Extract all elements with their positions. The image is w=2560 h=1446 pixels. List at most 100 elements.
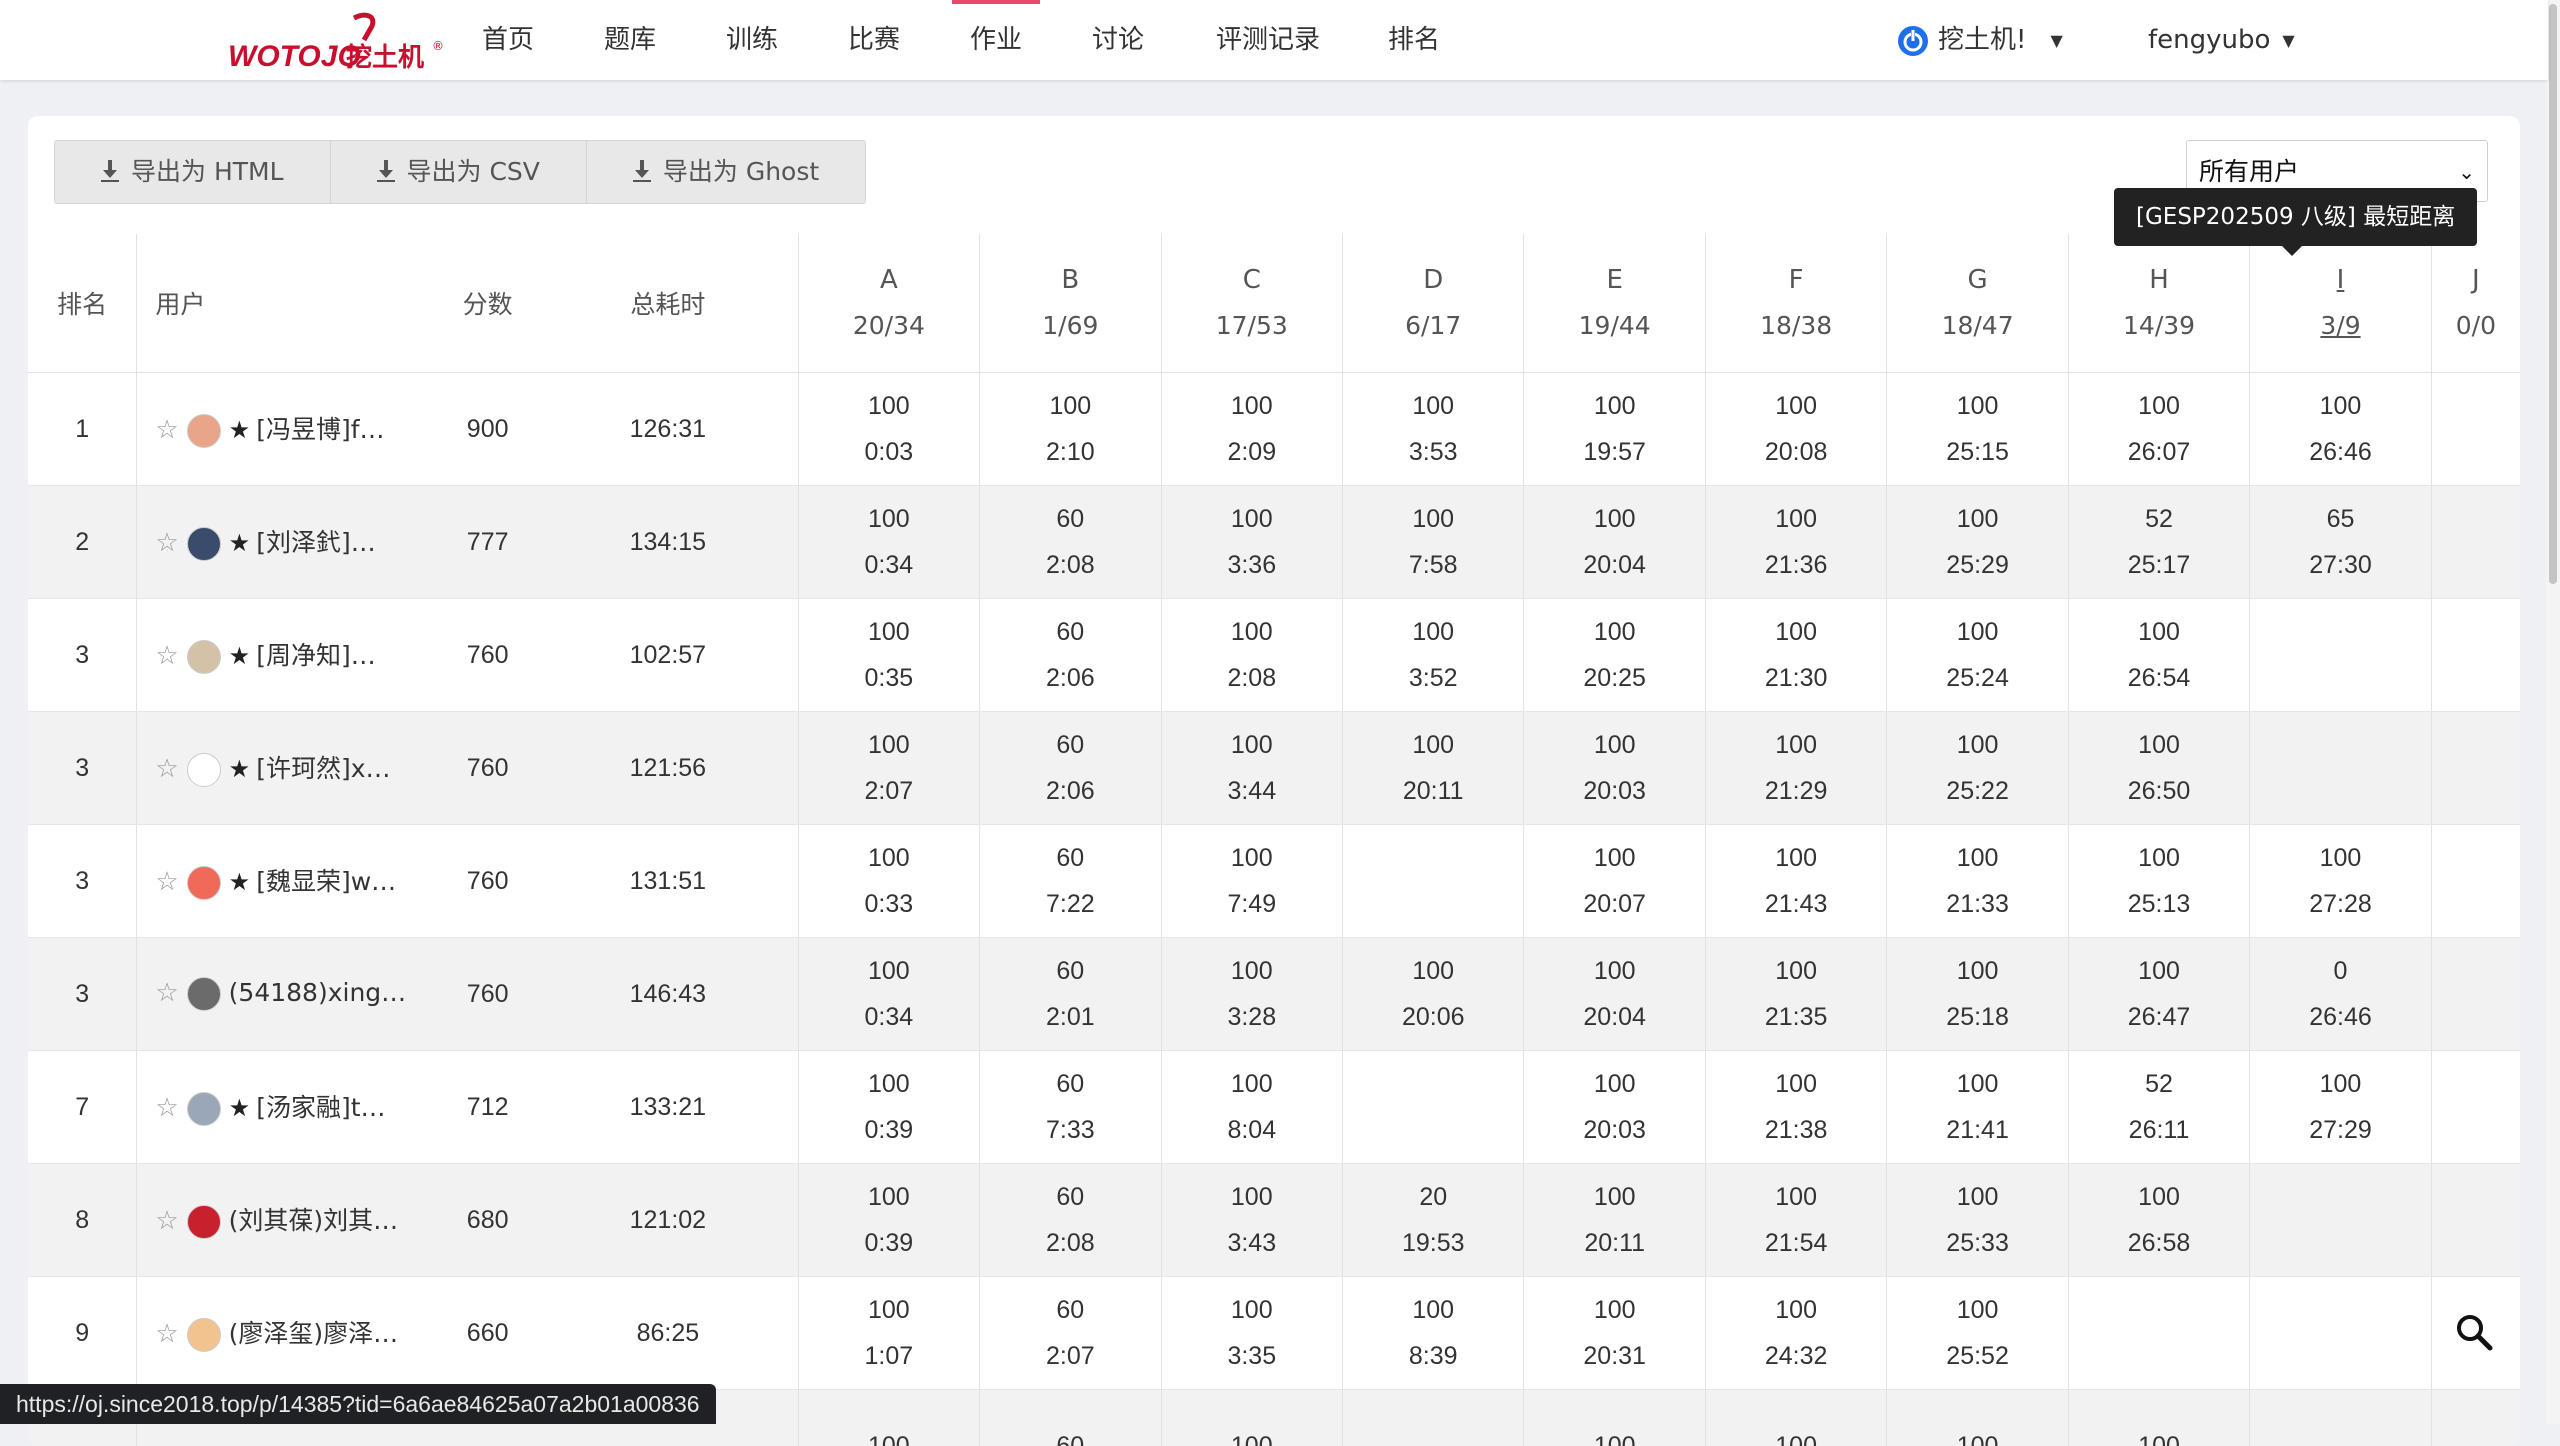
problem-result-cell[interactable]: 1002:07 <box>798 712 979 825</box>
user-name-link[interactable]: [魏显荣]w… <box>256 867 396 896</box>
problem-result-cell[interactable]: 1003:43 <box>1161 1164 1342 1277</box>
nav-ranking[interactable]: 排名 <box>1388 0 1440 80</box>
problem-result-cell[interactable]: 10020:25 <box>1524 599 1705 712</box>
problem-result-cell[interactable]: 1000:35 <box>798 599 979 712</box>
problem-result-cell[interactable]: 10019:57 <box>1524 373 1705 486</box>
problem-result-cell[interactable]: 100 <box>2068 1390 2249 1446</box>
problem-result-cell[interactable]: 10020:11 <box>1524 1164 1705 1277</box>
problem-result-cell[interactable]: 10021:33 <box>1887 825 2068 938</box>
problem-result-cell[interactable]: 10025:52 <box>1887 1277 2068 1390</box>
avatar[interactable] <box>187 1205 221 1239</box>
nav-training[interactable]: 训练 <box>726 0 778 80</box>
user-name-link[interactable]: (54188)xing… <box>229 978 407 1007</box>
nav-contest[interactable]: 比赛 <box>848 0 900 80</box>
problem-result-cell[interactable]: 602:08 <box>980 1164 1161 1277</box>
problem-result-cell[interactable]: 1000:39 <box>798 1164 979 1277</box>
user-name-link[interactable]: [刘泽釴]… <box>256 528 376 557</box>
problem-result-cell[interactable]: 10025:33 <box>1887 1164 2068 1277</box>
page-scrollbar[interactable] <box>2546 0 2560 1424</box>
problem-result-cell[interactable]: 100 <box>1705 1390 1886 1446</box>
problem-result-cell[interactable]: 10021:36 <box>1705 486 1886 599</box>
problem-result-cell[interactable]: 1000:03 <box>798 373 979 486</box>
star-outline-icon[interactable]: ☆ <box>155 754 178 784</box>
nav-records[interactable]: 评测记录 <box>1216 0 1320 80</box>
header-problem-a[interactable]: A20/34 <box>798 234 979 373</box>
user-name-link[interactable]: (廖泽玺)廖泽… <box>229 1319 399 1348</box>
problem-result-cell[interactable]: 1007:49 <box>1161 825 1342 938</box>
header-problem-g[interactable]: G18/47 <box>1887 234 2068 373</box>
nav-problems[interactable]: 题库 <box>604 0 656 80</box>
star-outline-icon[interactable]: ☆ <box>155 641 178 671</box>
problem-result-cell[interactable]: 10020:07 <box>1524 825 1705 938</box>
problem-result-cell[interactable]: 10025:24 <box>1887 599 2068 712</box>
problem-result-cell[interactable]: 10020:04 <box>1524 938 1705 1051</box>
problem-result-cell[interactable]: 10025:22 <box>1887 712 2068 825</box>
scrollbar-thumb[interactable] <box>2549 4 2557 584</box>
problem-result-cell[interactable]: 10025:29 <box>1887 486 2068 599</box>
problem-result-cell[interactable]: 602:08 <box>980 486 1161 599</box>
problem-result-cell[interactable]: 2019:53 <box>1343 1164 1524 1277</box>
header-problem-d[interactable]: D6/17 <box>1343 234 1524 373</box>
problem-result-cell[interactable]: 10026:07 <box>2068 373 2249 486</box>
header-problem-e[interactable]: E19/44 <box>1524 234 1705 373</box>
user-name-link[interactable]: [许珂然]x… <box>256 754 390 783</box>
problem-result-cell[interactable]: 1002:08 <box>1161 599 1342 712</box>
problem-result-cell[interactable]: 1003:35 <box>1161 1277 1342 1390</box>
star-outline-icon[interactable]: ☆ <box>155 1319 178 1349</box>
problem-result-cell[interactable]: 10025:15 <box>1887 373 2068 486</box>
star-outline-icon[interactable]: ☆ <box>155 528 178 558</box>
problem-result-cell[interactable]: 60 <box>980 1390 1161 1446</box>
problem-result-cell[interactable]: 100 <box>1161 1390 1342 1446</box>
problem-result-cell[interactable]: 100 <box>1524 1390 1705 1446</box>
problem-result-cell[interactable]: 1000:34 <box>798 938 979 1051</box>
problem-result-cell[interactable]: 10020:03 <box>1524 712 1705 825</box>
header-problem-j[interactable]: J0/0 <box>2431 234 2520 373</box>
problem-result-cell[interactable]: 5225:17 <box>2068 486 2249 599</box>
user-menu[interactable]: fengyubo▼ <box>2148 0 2295 80</box>
avatar[interactable] <box>187 640 221 674</box>
header-problem-c[interactable]: C17/53 <box>1161 234 1342 373</box>
problem-result-cell[interactable]: 10021:29 <box>1705 712 1886 825</box>
problem-result-cell[interactable]: 10021:30 <box>1705 599 1886 712</box>
star-outline-icon[interactable]: ☆ <box>155 867 178 897</box>
problem-result-cell[interactable]: 1008:39 <box>1343 1277 1524 1390</box>
avatar[interactable] <box>187 1092 221 1126</box>
problem-result-cell[interactable]: 10026:54 <box>2068 599 2249 712</box>
problem-result-cell[interactable]: 1003:28 <box>1161 938 1342 1051</box>
problem-result-cell[interactable]: 1000:39 <box>798 1051 979 1164</box>
export-html-button[interactable]: 导出为 HTML <box>55 141 331 203</box>
star-outline-icon[interactable]: ☆ <box>155 1093 178 1123</box>
problem-result-cell[interactable]: 100 <box>798 1390 979 1446</box>
star-outline-icon[interactable]: ☆ <box>155 978 178 1008</box>
user-name-link[interactable]: [汤家融]t… <box>256 1093 385 1122</box>
nav-discussion[interactable]: 讨论 <box>1092 0 1144 80</box>
problem-result-cell[interactable]: 10021:38 <box>1705 1051 1886 1164</box>
header-problem-f[interactable]: F18/38 <box>1705 234 1886 373</box>
problem-result-cell[interactable]: 10024:32 <box>1705 1277 1886 1390</box>
header-problem-b[interactable]: B1/69 <box>980 234 1161 373</box>
problem-result-cell[interactable]: 1002:10 <box>980 373 1161 486</box>
problem-result-cell[interactable]: 10021:35 <box>1705 938 1886 1051</box>
problem-result-cell[interactable]: 1003:36 <box>1161 486 1342 599</box>
avatar[interactable] <box>187 753 221 787</box>
problem-result-cell[interactable]: 10026:46 <box>2250 373 2431 486</box>
problem-result-cell[interactable]: 602:06 <box>980 599 1161 712</box>
problem-result-cell[interactable]: 1003:44 <box>1161 712 1342 825</box>
problem-result-cell[interactable]: 607:33 <box>980 1051 1161 1164</box>
problem-result-cell[interactable]: 10021:41 <box>1887 1051 2068 1164</box>
star-outline-icon[interactable]: ☆ <box>155 1206 178 1236</box>
avatar[interactable] <box>187 977 221 1011</box>
problem-result-cell[interactable]: 10026:58 <box>2068 1164 2249 1277</box>
problem-result-cell[interactable]: 1001:07 <box>798 1277 979 1390</box>
problem-result-cell[interactable]: 10026:47 <box>2068 938 2249 1051</box>
user-name-link[interactable]: [周净知]… <box>256 641 376 670</box>
export-ghost-button[interactable]: 导出为 Ghost <box>587 141 865 203</box>
domain-switcher[interactable]: 挖土机!▼ <box>1896 0 2063 80</box>
problem-result-cell[interactable]: 1007:58 <box>1343 486 1524 599</box>
avatar[interactable] <box>187 527 221 561</box>
problem-result-cell[interactable]: 10021:54 <box>1705 1164 1886 1277</box>
problem-result-cell[interactable]: 100 <box>1887 1390 2068 1446</box>
search-icon[interactable] <box>2454 1312 2494 1352</box>
problem-result-cell[interactable]: 6527:30 <box>2250 486 2431 599</box>
problem-result-cell[interactable]: 1003:53 <box>1343 373 1524 486</box>
